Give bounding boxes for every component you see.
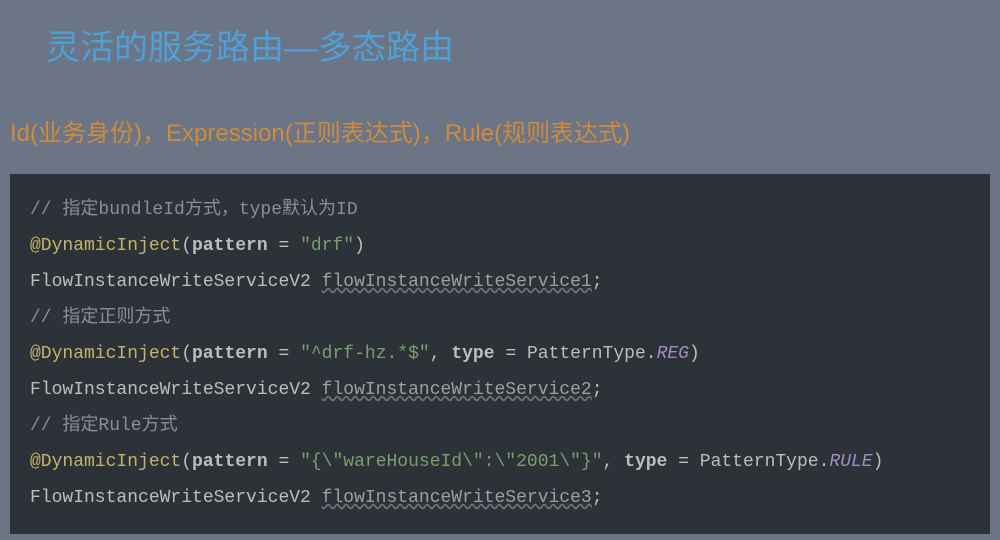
string-literal: "^drf-hz.*$" (300, 344, 430, 364)
code-line: @DynamicInject(pattern = "{\"wareHouseId… (30, 444, 970, 480)
equals: = (667, 452, 699, 472)
code-line: FlowInstanceWriteServiceV2 flowInstanceW… (30, 264, 970, 300)
variable-name: flowInstanceWriteService3 (322, 488, 592, 508)
variable-name: flowInstanceWriteService2 (322, 380, 592, 400)
paren-open: ( (181, 452, 192, 472)
annotation-name: @DynamicInject (30, 452, 181, 472)
param-pattern: pattern (192, 236, 268, 256)
paren-close: ) (689, 344, 700, 364)
code-line: @DynamicInject(pattern = "^drf-hz.*$", t… (30, 336, 970, 372)
semicolon: ; (592, 272, 603, 292)
param-type: type (624, 452, 667, 472)
param-pattern: pattern (192, 452, 268, 472)
comma: , (603, 452, 625, 472)
code-comment: // 指定bundleId方式，type默认为ID (30, 200, 358, 220)
type-name: FlowInstanceWriteServiceV2 (30, 380, 311, 400)
equals: = (268, 452, 300, 472)
code-line: @DynamicInject(pattern = "drf") (30, 228, 970, 264)
semicolon: ; (592, 488, 603, 508)
code-line: FlowInstanceWriteServiceV2 flowInstanceW… (30, 372, 970, 408)
string-literal: "{\"wareHouseId\":\"2001\"}" (300, 452, 602, 472)
slide-title: 灵活的服务路由—多态路由 (0, 0, 1000, 69)
paren-open: ( (181, 236, 192, 256)
semicolon: ; (592, 380, 603, 400)
slide-subtitle: Id(业务身份)，Expression(正则表达式)，Rule(规则表达式) (0, 69, 1000, 148)
slide: 灵活的服务路由—多态路由 Id(业务身份)，Expression(正则表达式)，… (0, 0, 1000, 540)
paren-close: ) (354, 236, 365, 256)
equals: = (495, 344, 527, 364)
param-pattern: pattern (192, 344, 268, 364)
param-type: type (451, 344, 494, 364)
enum-constant: REG (657, 344, 689, 364)
code-line: // 指定bundleId方式，type默认为ID (30, 192, 970, 228)
equals: = (268, 236, 300, 256)
code-line: FlowInstanceWriteServiceV2 flowInstanceW… (30, 480, 970, 516)
code-line: // 指定Rule方式 (30, 408, 970, 444)
equals: = (268, 344, 300, 364)
code-block: // 指定bundleId方式，type默认为ID @DynamicInject… (10, 174, 990, 534)
paren-open: ( (181, 344, 192, 364)
code-comment: // 指定Rule方式 (30, 416, 178, 436)
dot: . (646, 344, 657, 364)
annotation-name: @DynamicInject (30, 344, 181, 364)
type-name: FlowInstanceWriteServiceV2 (30, 488, 311, 508)
annotation-name: @DynamicInject (30, 236, 181, 256)
comma: , (430, 344, 452, 364)
type-name: FlowInstanceWriteServiceV2 (30, 272, 311, 292)
enum-type: PatternType (700, 452, 819, 472)
enum-type: PatternType (527, 344, 646, 364)
code-comment: // 指定正则方式 (30, 308, 170, 328)
string-literal: "drf" (300, 236, 354, 256)
dot: . (819, 452, 830, 472)
enum-constant: RULE (829, 452, 872, 472)
variable-name: flowInstanceWriteService1 (322, 272, 592, 292)
paren-close: ) (873, 452, 884, 472)
code-line: // 指定正则方式 (30, 300, 970, 336)
